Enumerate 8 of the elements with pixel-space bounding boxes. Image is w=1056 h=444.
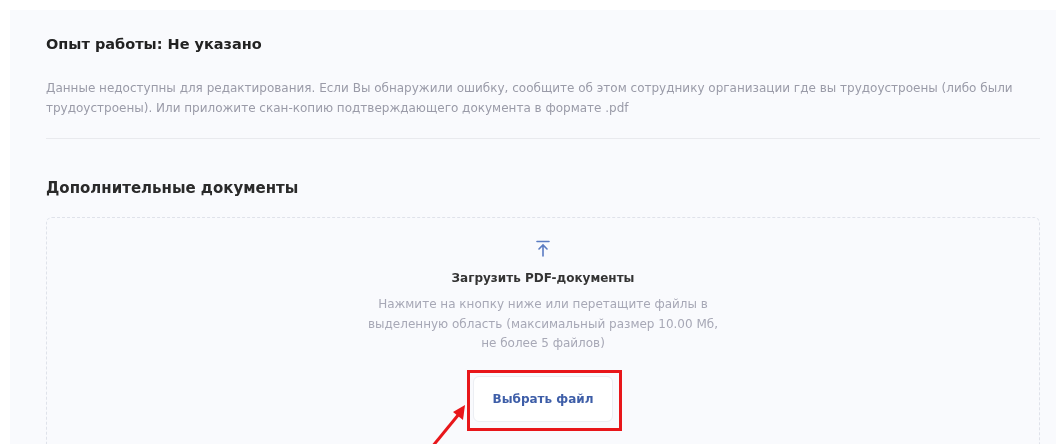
upload-icon: [536, 240, 550, 257]
section-title: Дополнительные документы: [46, 179, 300, 197]
upload-hint: Нажмите на кнопку ниже или перетащите файлы в выделенную область (максимальный размер 10.00 Мб, не более 5 файлов): [367, 296, 719, 352]
info-text: Данные недоступны для редактирования. Если Вы обнаружили ошибку, сообщите об этом сотруднику организации где вы трудоустроены (либо были трудоустроены). Или приложите скан-копию подтверждающего документа в формате .pdf: [46, 80, 1014, 117]
upload-title: Загрузить PDF-документы: [451, 271, 635, 285]
drop-zone[interactable]: Загрузить PDF-документы Нажмите на кнопку ниже или перетащите файлы в выделенную область (максимальный размер 10.00 Мб, не более 5 файлов) Выбрать файл: [46, 217, 1040, 444]
section-title: Опыт работы: Не указано: [46, 36, 263, 52]
choose-file-button[interactable]: Выбрать файл: [473, 375, 613, 422]
